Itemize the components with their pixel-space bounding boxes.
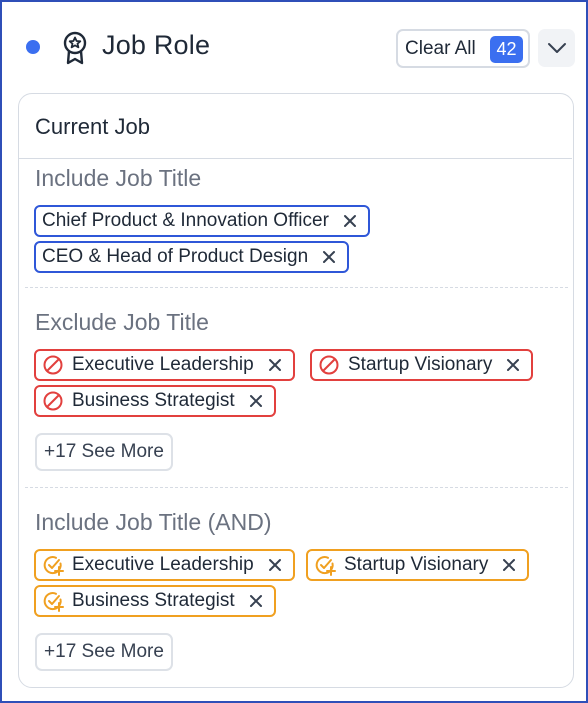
chip-label: Startup Visionary <box>344 554 489 575</box>
chip-label: CEO & Head of Product Design <box>42 246 309 267</box>
include-chip: Chief Product & Innovation Officer <box>34 205 370 237</box>
clear-all-button[interactable]: Clear All 42 <box>396 29 530 68</box>
close-icon[interactable] <box>267 557 283 573</box>
chip-label: Business Strategist <box>72 390 235 411</box>
close-icon[interactable] <box>342 213 358 229</box>
include-and-chip: Business Strategist <box>34 585 276 617</box>
close-icon[interactable] <box>248 593 264 609</box>
chip-label: Business Strategist <box>72 590 235 611</box>
chevron-down-icon <box>547 43 566 53</box>
include-chip: CEO & Head of Product Design <box>34 241 350 273</box>
selection-count-badge: 42 <box>490 36 523 63</box>
exclude-chip: Startup Visionary <box>310 349 534 381</box>
clear-all-label: Clear All <box>405 37 476 59</box>
include-and-chip: Executive Leadership <box>34 549 295 581</box>
award-icon <box>63 31 87 65</box>
ban-icon <box>319 355 339 375</box>
status-dot <box>26 40 40 54</box>
close-icon[interactable] <box>267 357 283 373</box>
exclude-chip: Executive Leadership <box>34 349 295 381</box>
current-job-panel: Current Job Include Job Title Chief Prod… <box>18 93 574 688</box>
include-job-title-heading: Include Job Title <box>35 165 202 191</box>
panel-title: Current Job <box>35 114 150 139</box>
exclude-chip: Business Strategist <box>34 385 276 417</box>
ban-icon <box>43 355 63 375</box>
close-icon[interactable] <box>505 357 521 373</box>
chip-label: Executive Leadership <box>72 554 254 575</box>
check-plus-icon <box>315 556 336 576</box>
exclude-job-title-heading: Exclude Job Title <box>35 309 209 335</box>
ban-icon <box>43 391 63 411</box>
include-and-job-title-heading: Include Job Title (AND) <box>35 509 272 535</box>
job-role-card: Job Role Clear All 42 Current Job Includ… <box>0 0 588 703</box>
section-heading: Job Role <box>102 30 211 60</box>
close-icon[interactable] <box>248 393 264 409</box>
divider <box>25 487 568 488</box>
chip-label: Executive Leadership <box>72 354 254 375</box>
close-icon[interactable] <box>501 557 517 573</box>
chip-label: Chief Product & Innovation Officer <box>42 210 329 231</box>
divider <box>25 287 568 288</box>
check-plus-icon <box>43 592 64 612</box>
include-and-chip: Startup Visionary <box>306 549 530 581</box>
close-icon[interactable] <box>321 249 337 265</box>
see-more-button[interactable]: +17 See More <box>35 433 173 471</box>
see-more-button[interactable]: +17 See More <box>35 633 173 671</box>
divider <box>19 158 572 159</box>
check-plus-icon <box>43 556 64 576</box>
collapse-button[interactable] <box>538 29 575 67</box>
chip-label: Startup Visionary <box>348 354 493 375</box>
card-header: Job Role Clear All 42 <box>2 2 586 94</box>
